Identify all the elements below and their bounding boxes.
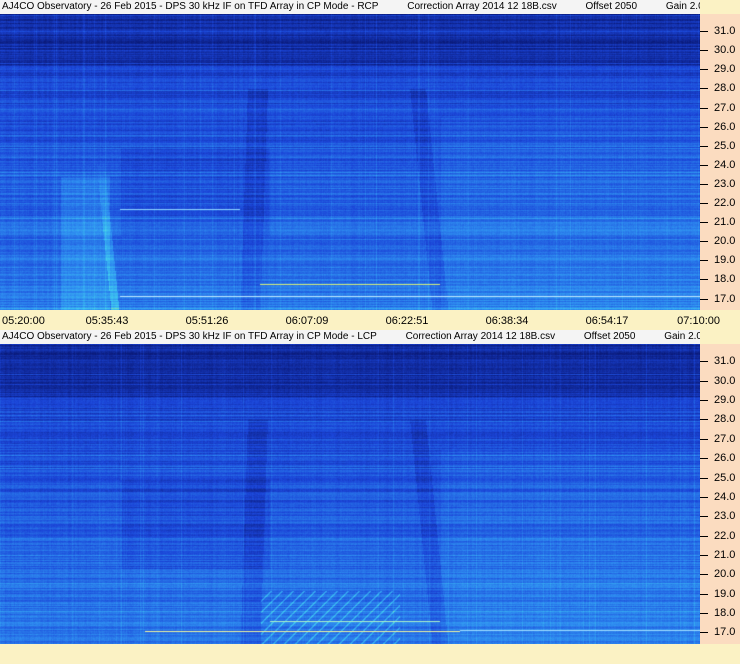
freq-tick-label: 24.0 [714,158,736,171]
freq-tick [700,574,708,576]
freq-tick-label: 25.0 [714,139,736,152]
freq-tick-label: 17.0 [714,292,736,305]
freq-tick [700,260,708,262]
freq-tick [700,203,708,205]
time-tick-label: 06:54:17 [585,315,629,327]
freq-tick-label: 25.0 [714,471,736,484]
rcp-panel: AJ4CO Observatory - 26 Feb 2015 - DPS 30… [0,0,740,330]
freq-tick [700,50,708,52]
freq-tick-label: 28.0 [714,82,736,95]
freq-tick [700,632,708,634]
lcp-title-offset: Offset 2050 [583,331,636,342]
freq-tick-label: 20.0 [714,235,736,248]
freq-tick [700,241,708,243]
freq-tick-label: 26.0 [714,120,736,133]
freq-tick-label: 29.0 [714,394,736,407]
freq-tick-label: 18.0 [714,607,736,620]
freq-tick [700,477,708,479]
lcp-title-main: AJ4CO Observatory - 26 Feb 2015 - DPS 30… [2,331,377,342]
freq-tick-label: 21.0 [714,548,736,561]
freq-tick-label: 26.0 [714,452,736,465]
rcp-spectrogram [0,14,700,310]
freq-tick-label: 27.0 [714,432,736,445]
time-tick-label: 06:22:51 [385,315,429,327]
freq-tick-label: 19.0 [714,254,736,267]
freq-tick [700,361,708,363]
freq-tick [700,88,708,90]
freq-tick [700,183,708,185]
freq-tick [700,516,708,518]
freq-tick [700,613,708,615]
freq-tick-label: 23.0 [714,510,736,523]
freq-tick [700,535,708,537]
freq-tick [700,593,708,595]
freq-tick [700,400,708,402]
rcp-title-gain: Gain 2.0 [665,1,700,12]
freq-tick-label: 17.0 [714,626,736,639]
freq-tick [700,107,708,109]
rcp-title-main: AJ4CO Observatory - 26 Feb 2015 - DPS 30… [2,1,379,12]
lcp-panel: AJ4CO Observatory - 26 Feb 2015 - DPS 30… [0,330,740,664]
time-tick-label: 05:51:26 [185,315,229,327]
freq-tick-label: 28.0 [714,413,736,426]
rcp-frequency-axis: 31.0 30.0 29.0 28.0 27.0 26.0 25.0 24.0 23.0 22.0… [700,14,740,310]
freq-tick-label: 31.0 [714,25,736,38]
rcp-title-bar: AJ4CO Observatory - 26 Feb 2015 - DPS 30… [0,0,700,14]
time-tick-label: 06:07:09 [285,315,329,327]
freq-tick [700,438,708,440]
freq-tick [700,279,708,281]
lcp-title-gain: Gain 2.0 [664,331,700,342]
time-tick-label: 05:35:43 [85,315,129,327]
freq-tick-label: 22.0 [714,529,736,542]
freq-tick-label: 21.0 [714,216,736,229]
freq-tick-label: 31.0 [714,355,736,368]
freq-tick-label: 23.0 [714,177,736,190]
freq-tick [700,496,708,498]
time-axis: 05:20:00 05:35:43 05:51:26 06:07:09 06:22:51… [0,312,740,330]
rcp-title-correction: Correction Array 2014 12 18B.csv [407,1,557,12]
freq-tick-label: 18.0 [714,273,736,286]
freq-tick [700,298,708,300]
freq-tick-label: 22.0 [714,197,736,210]
freq-tick [700,419,708,421]
freq-tick [700,164,708,166]
time-tick-label: 05:20:00 [2,315,45,327]
freq-tick [700,145,708,147]
freq-tick-label: 19.0 [714,587,736,600]
freq-tick [700,222,708,224]
freq-tick [700,554,708,556]
time-tick-label: 06:38:34 [485,315,529,327]
freq-tick-label: 27.0 [714,101,736,114]
freq-tick [700,380,708,382]
rcp-title-offset: Offset 2050 [585,1,638,12]
freq-tick [700,69,708,71]
lcp-frequency-axis: 31.0 30.0 29.0 28.0 27.0 26.0 25.0 24.0 23.0 22.0… [700,344,740,644]
freq-tick [700,458,708,460]
freq-tick-label: 30.0 [714,44,736,57]
freq-tick-label: 24.0 [714,490,736,503]
freq-tick [700,126,708,128]
lcp-spectrogram [0,344,700,644]
lcp-title-bar: AJ4CO Observatory - 26 Feb 2015 - DPS 30… [0,330,700,344]
time-tick-label: 07:10:00 [677,315,720,327]
freq-tick [700,31,708,33]
freq-tick-label: 29.0 [714,63,736,76]
lcp-title-correction: Correction Array 2014 12 18B.csv [405,331,556,342]
freq-tick-label: 30.0 [714,374,736,387]
freq-tick-label: 20.0 [714,568,736,581]
